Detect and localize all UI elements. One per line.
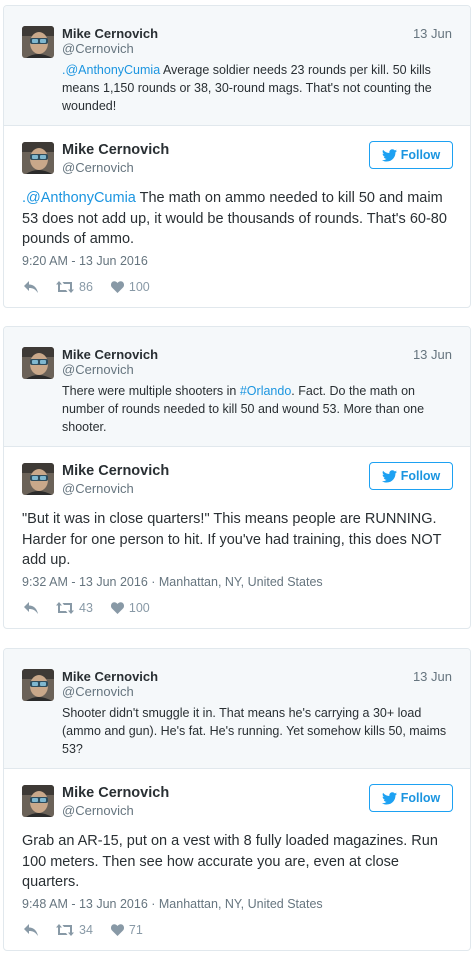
reply-button[interactable] (24, 281, 38, 293)
tweet-actions: 86 100 (24, 280, 168, 294)
retweet-count: 43 (79, 601, 93, 615)
like-count: 100 (128, 601, 150, 615)
tweet-timestamp[interactable]: 9:20 AM - 13 Jun 2016 (22, 254, 148, 268)
like-button[interactable]: 71 (110, 923, 143, 937)
quoted-text-before: There were multiple shooters in (62, 384, 240, 398)
author-handle[interactable]: @Cernovich (62, 481, 134, 496)
like-count: 100 (128, 280, 150, 294)
follow-button[interactable]: Follow (369, 784, 453, 812)
tweet-actions: 43 100 (24, 601, 168, 615)
heart-icon (110, 924, 124, 936)
avatar[interactable] (22, 26, 54, 58)
twitter-bird-icon (382, 470, 397, 483)
quoted-author-handle[interactable]: @Cernovich (62, 41, 134, 56)
reply-icon (24, 602, 38, 614)
main-tweet: Mike Cernovich @Cernovich Follow .@Antho… (4, 126, 470, 307)
heart-icon (110, 602, 124, 614)
like-count: 71 (128, 923, 143, 937)
avatar[interactable] (22, 669, 54, 701)
author-name[interactable]: Mike Cernovich (62, 142, 169, 158)
author-name[interactable]: Mike Cernovich (62, 463, 169, 479)
avatar[interactable] (22, 347, 54, 379)
like-button[interactable]: 100 (110, 601, 150, 615)
hashtag-link[interactable]: #Orlando (240, 384, 291, 398)
avatar[interactable] (22, 142, 54, 174)
quoted-author-name[interactable]: Mike Cernovich (62, 26, 158, 41)
reply-icon (24, 281, 38, 293)
avatar[interactable] (22, 785, 54, 817)
author-handle[interactable]: @Cernovich (62, 160, 134, 175)
quoted-author-handle[interactable]: @Cernovich (62, 684, 134, 699)
follow-label: Follow (400, 148, 441, 162)
retweet-button[interactable]: 43 (56, 601, 93, 615)
quoted-tweet[interactable]: Mike Cernovich @Cernovich 13 Jun There w… (4, 327, 470, 447)
twitter-bird-icon (382, 149, 397, 162)
mention-link[interactable]: .@AnthonyCumia (22, 190, 136, 206)
quoted-author-name[interactable]: Mike Cernovich (62, 347, 158, 362)
reply-button[interactable] (24, 602, 38, 614)
main-tweet: Mike Cernovich @Cernovich Follow "But it… (4, 447, 470, 628)
retweet-icon (56, 602, 74, 614)
quoted-date[interactable]: 13 Jun (413, 347, 452, 362)
reply-icon (24, 924, 38, 936)
author-name[interactable]: Mike Cernovich (62, 785, 169, 801)
tweet-text: "But it was in close quarters!" This mea… (22, 511, 442, 568)
retweet-button[interactable]: 86 (56, 280, 93, 294)
tweet-card: Mike Cernovich @Cernovich 13 Jun There w… (3, 326, 471, 629)
retweet-icon (56, 924, 74, 936)
tweet-timestamp[interactable]: 9:48 AM - 13 Jun 2016 · Manhattan, NY, U… (22, 897, 323, 911)
tweet-actions: 34 71 (24, 923, 161, 937)
quoted-text: There were multiple shooters in #Orlando… (62, 382, 452, 436)
avatar[interactable] (22, 463, 54, 495)
tweet-timestamp[interactable]: 9:32 AM - 13 Jun 2016 · Manhattan, NY, U… (22, 575, 323, 589)
quoted-text: Shooter didn't smuggle it in. That means… (62, 706, 447, 756)
reply-button[interactable] (24, 924, 38, 936)
tweet-card: Mike Cernovich @Cernovich 13 Jun .@Antho… (3, 5, 471, 308)
quoted-author-name[interactable]: Mike Cernovich (62, 669, 158, 684)
retweet-count: 86 (79, 280, 93, 294)
twitter-bird-icon (382, 792, 397, 805)
quoted-date[interactable]: 13 Jun (413, 669, 452, 684)
retweet-button[interactable]: 34 (56, 923, 93, 937)
quoted-text: .@AnthonyCumia Average soldier needs 23 … (62, 61, 452, 115)
tweet-card: Mike Cernovich @Cernovich 13 Jun Shooter… (3, 648, 471, 951)
quoted-author-handle[interactable]: @Cernovich (62, 362, 134, 377)
follow-button[interactable]: Follow (369, 462, 453, 490)
follow-label: Follow (400, 791, 441, 805)
main-tweet: Mike Cernovich @Cernovich Follow Grab an… (4, 769, 470, 950)
quoted-date[interactable]: 13 Jun (413, 26, 452, 41)
follow-label: Follow (400, 469, 441, 483)
retweet-icon (56, 281, 74, 293)
mention-link[interactable]: .@AnthonyCumia (62, 63, 160, 77)
tweet-text: .@AnthonyCumia The math on ammo needed t… (22, 188, 452, 250)
follow-button[interactable]: Follow (369, 141, 453, 169)
author-handle[interactable]: @Cernovich (62, 803, 134, 818)
tweet-text: Grab an AR-15, put on a vest with 8 full… (22, 833, 438, 890)
like-button[interactable]: 100 (110, 280, 150, 294)
quoted-tweet[interactable]: Mike Cernovich @Cernovich 13 Jun Shooter… (4, 649, 470, 769)
quoted-tweet[interactable]: Mike Cernovich @Cernovich 13 Jun .@Antho… (4, 6, 470, 126)
heart-icon (110, 281, 124, 293)
retweet-count: 34 (79, 923, 93, 937)
